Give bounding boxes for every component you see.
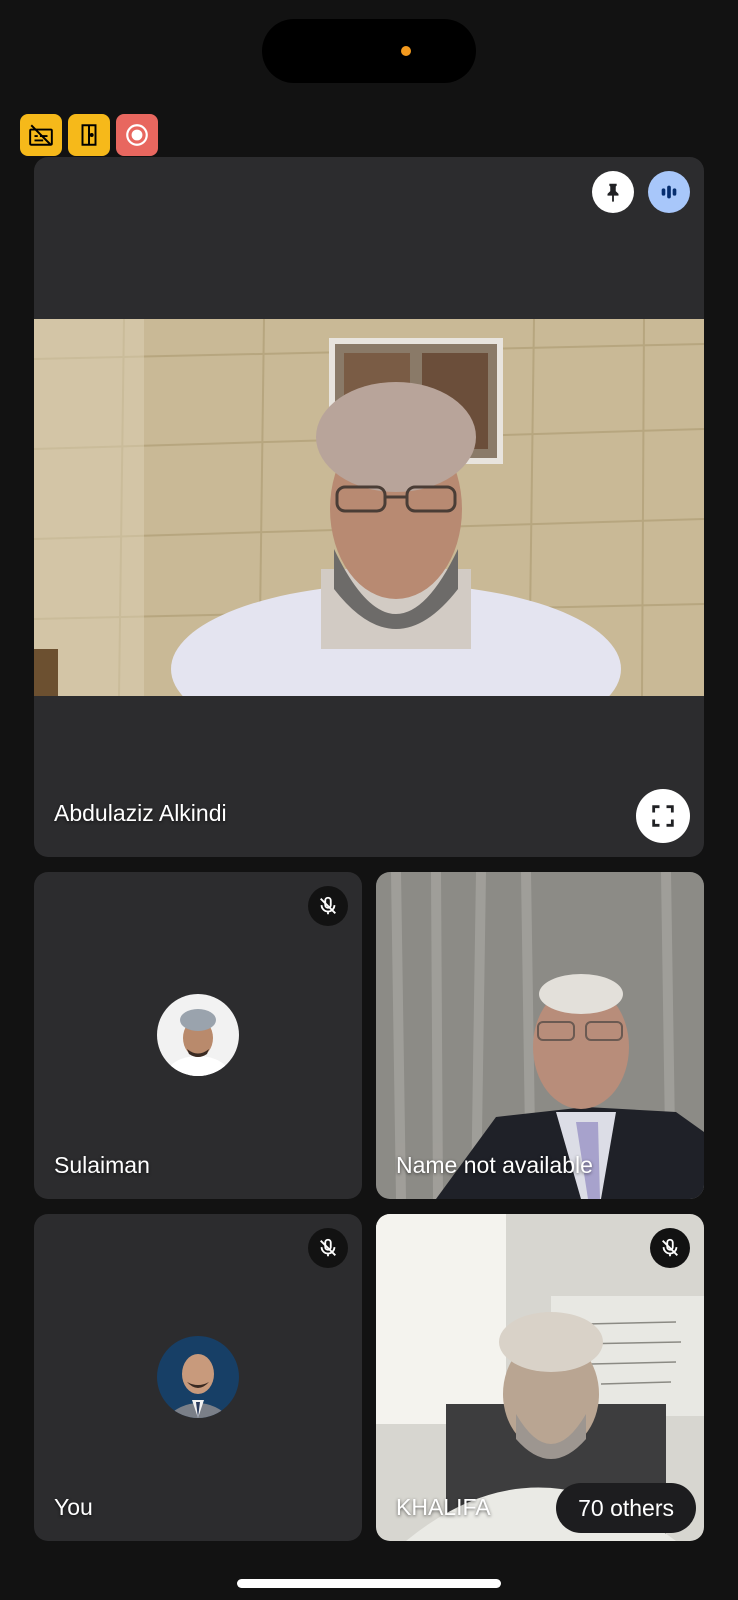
participant-name: Name not available [396,1152,593,1178]
mic-off-icon [320,1238,336,1257]
meeting-indicators [20,114,158,156]
door-icon[interactable] [68,114,110,156]
participant-name: KHALIFA [396,1494,491,1520]
audio-level-icon [661,185,677,199]
main-participant-tile[interactable]: Abdulaziz Alkindi [34,157,704,857]
mic-off-indicator [308,886,348,926]
fullscreen-button[interactable] [636,789,690,843]
participant-name: Abdulaziz Alkindi [54,800,227,826]
others-button[interactable]: 70 others [556,1483,696,1533]
avatar [157,994,239,1076]
recording-icon[interactable] [116,114,158,156]
meeting-screen: Abdulaziz Alkindi Sulaiman Name not avai… [0,0,738,1600]
mic-off-indicator [308,1228,348,1268]
participant-tile[interactable]: KHALIFA 70 others [376,1214,704,1541]
participant-tile[interactable]: Name not available [376,872,704,1199]
pin-button[interactable] [592,171,634,213]
mic-off-indicator [650,1228,690,1268]
fullscreen-icon [652,805,674,827]
captions-off-icon[interactable] [20,114,62,156]
camera-in-use-indicator [401,46,411,56]
pin-icon [607,183,619,203]
speaking-indicator [648,171,690,213]
participant-tile[interactable]: Sulaiman [34,872,362,1199]
home-indicator[interactable] [237,1579,501,1588]
mic-off-icon [662,1238,678,1257]
participant-video-feed [376,872,704,1199]
participant-tile[interactable]: You [34,1214,362,1541]
dynamic-island [262,19,476,83]
participant-name: Sulaiman [54,1152,150,1178]
avatar [157,1336,239,1418]
main-video-feed [34,319,704,696]
participant-name: You [54,1494,93,1520]
mic-off-icon [320,896,336,915]
